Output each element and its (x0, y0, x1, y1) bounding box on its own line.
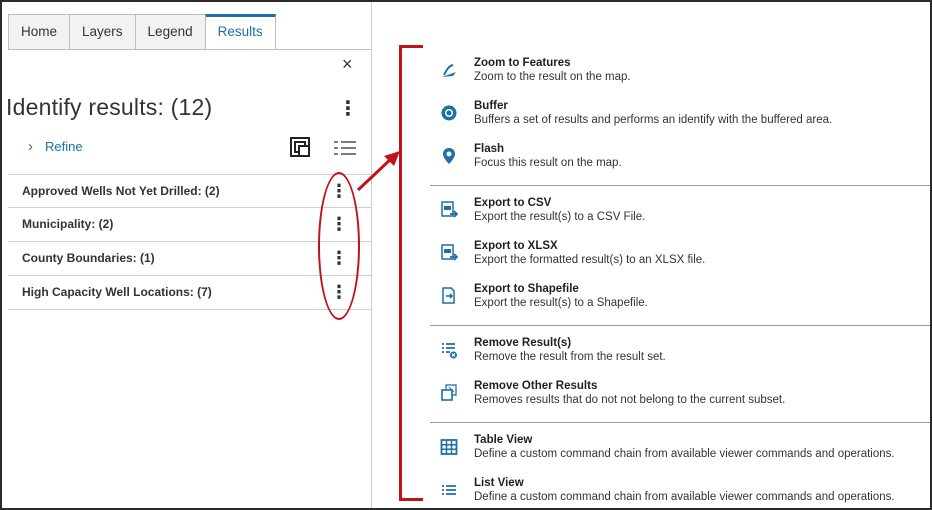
menu-item-description: Focus this result on the map. (474, 157, 622, 169)
menu-item-text: Export to XLSX Export the formatted resul… (474, 239, 705, 268)
remove-other-results-icon (440, 383, 458, 403)
table-view-icon (440, 437, 458, 457)
highlight-ellipse (318, 172, 360, 320)
export-xlsx-icon (440, 243, 459, 263)
menu-item-list-view[interactable]: List View Define a custom command chain f… (430, 472, 930, 510)
flash-icon (440, 146, 458, 166)
menu-item-label: Flash (474, 143, 505, 155)
menu-item-label: Export to CSV (474, 197, 552, 209)
more-options-icon[interactable]: ⋮ (338, 96, 358, 121)
group-view-icon[interactable] (290, 137, 310, 157)
results-panel: Home Layers Legend Results × Identify re… (2, 2, 372, 508)
tab-home[interactable]: Home (8, 14, 70, 50)
zoom-to-features-icon (440, 60, 458, 80)
menu-item-description: Define a custom command chain from avail… (474, 491, 895, 503)
menu-item-description: Export the result(s) to a CSV File. (474, 211, 646, 223)
list-view-icon (440, 480, 458, 500)
menu-item-export-xlsx[interactable]: Export to XLSX Export the formatted resul… (430, 235, 930, 278)
menu-divider (430, 422, 930, 423)
tab-bar: Home Layers Legend Results (8, 14, 276, 50)
menu-item-table-view[interactable]: Table View Define a custom command chain … (430, 429, 930, 472)
menu-divider (430, 325, 930, 326)
result-row[interactable]: Approved Wells Not Yet Drilled: (2) ⋮ (8, 174, 372, 208)
remove-results-icon (440, 340, 458, 360)
chevron-right-icon: › (28, 138, 33, 155)
list-view-toggle-icon[interactable] (334, 140, 356, 156)
menu-item-description: Export the result(s) to a Shapefile. (474, 297, 648, 309)
menu-item-text: Remove Result(s) Remove the result from t… (474, 336, 666, 365)
menu-item-text: Remove Other Results Removes results that… (474, 379, 785, 408)
tab-results[interactable]: Results (204, 14, 276, 50)
menu-divider (430, 185, 930, 186)
menu-item-description: Zoom to the result on the map. (474, 71, 631, 83)
menu-item-label: Remove Result(s) (474, 337, 572, 349)
menu-item-label: Table View (474, 434, 533, 446)
refine-button[interactable]: › Refine (28, 138, 83, 155)
menu-item-label: Export to Shapefile (474, 283, 579, 295)
menu-item-description: Buffers a set of results and performs an… (474, 114, 833, 126)
menu-item-remove-other-results[interactable]: Remove Other Results Removes results that… (430, 375, 930, 418)
menu-item-description: Define a custom command chain from avail… (474, 448, 895, 460)
close-icon[interactable]: × (342, 54, 353, 75)
menu-item-text: Export to Shapefile Export the result(s) … (474, 282, 648, 311)
refine-label: Refine (45, 139, 83, 154)
tab-divider (8, 49, 372, 50)
menu-item-text: Flash Focus this result on the map. (474, 142, 622, 171)
menu-item-label: Zoom to Features (474, 57, 571, 69)
buffer-icon (440, 103, 458, 123)
menu-item-label: Export to XLSX (474, 240, 558, 252)
menu-item-export-csv[interactable]: Export to CSV Export the result(s) to a C… (430, 192, 930, 235)
menu-item-label: Remove Other Results (474, 380, 598, 392)
result-label: Municipality: (2) (22, 217, 114, 231)
menu-item-text: Export to CSV Export the result(s) to a C… (474, 196, 645, 225)
menu-item-text: Zoom to Features Zoom to the result on th… (474, 56, 631, 85)
menu-item-description: Export the formatted result(s) to an XLS… (474, 254, 706, 266)
menu-item-text: Buffer Buffers a set of results and perfo… (474, 99, 832, 128)
menu-item-label: List View (474, 477, 524, 489)
annotation-bracket (399, 45, 423, 501)
annotation-arrow-icon (356, 151, 400, 192)
menu-item-zoom-to-features[interactable]: Zoom to Features Zoom to the result on th… (430, 52, 930, 95)
menu-item-remove-results[interactable]: Remove Result(s) Remove the result from t… (430, 332, 930, 375)
menu-item-buffer[interactable]: Buffer Buffers a set of results and perfo… (430, 95, 930, 138)
result-label: County Boundaries: (1) (22, 251, 155, 265)
menu-item-description: Remove the result from the result set. (474, 351, 666, 363)
tab-legend[interactable]: Legend (134, 14, 205, 50)
menu-item-text: Table View Define a custom command chain … (474, 433, 895, 462)
export-shapefile-icon (440, 286, 458, 306)
menu-item-export-shapefile[interactable]: Export to Shapefile Export the result(s) … (430, 278, 930, 321)
menu-item-flash[interactable]: Flash Focus this result on the map. (430, 138, 930, 181)
page-title: Identify results: (12) (6, 94, 213, 120)
tab-layers[interactable]: Layers (69, 14, 135, 50)
result-row[interactable]: High Capacity Well Locations: (7) ⋮ (8, 276, 372, 310)
menu-item-description: Removes results that do not not belong t… (474, 394, 786, 406)
menu-item-label: Buffer (474, 100, 508, 112)
result-label: Approved Wells Not Yet Drilled: (2) (22, 184, 220, 198)
menu-item-text: List View Define a custom command chain f… (474, 476, 895, 505)
export-csv-icon (440, 200, 459, 220)
result-label: High Capacity Well Locations: (7) (22, 285, 212, 299)
context-menu: Zoom to Features Zoom to the result on th… (430, 52, 930, 510)
